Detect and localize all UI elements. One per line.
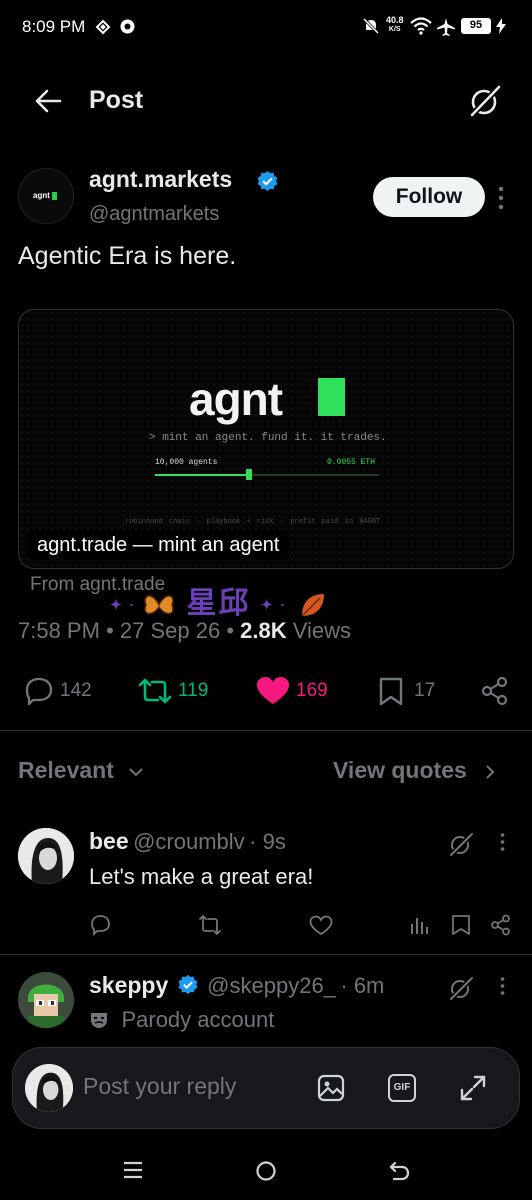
- post-time: 7:58 PM: [18, 618, 100, 643]
- bookmark-count: 17: [414, 680, 436, 701]
- avatar-image: [18, 972, 74, 1028]
- system-nav-bar: [0, 1140, 532, 1200]
- repost-count: 119: [178, 680, 209, 701]
- heart-filled-icon: [257, 677, 289, 704]
- reply-composer[interactable]: GIF: [12, 1047, 520, 1129]
- more-options-icon[interactable]: [500, 976, 505, 996]
- sticker-overlay: ✦ · 星邱 ✦ ·: [110, 578, 328, 622]
- binance-icon: [95, 19, 111, 35]
- avatar-image: [18, 828, 74, 884]
- sparkle-decoration: ✦ ·: [260, 596, 288, 613]
- heart-icon[interactable]: [309, 915, 333, 936]
- reply-icon[interactable]: [89, 914, 111, 936]
- sticker-text: 星邱: [186, 587, 251, 620]
- card-footer: robinhood chain · playbook + risk · prof…: [125, 518, 381, 526]
- reply-action[interactable]: 142: [22, 674, 92, 708]
- back-icon[interactable]: [387, 1159, 411, 1183]
- divider: [0, 730, 532, 731]
- bookmark-icon[interactable]: [451, 914, 471, 936]
- back-arrow-icon[interactable]: [34, 88, 62, 114]
- link-card[interactable]: agnt > mint an agent. fund it. it trades…: [18, 309, 514, 569]
- mask-icon: [91, 1013, 107, 1028]
- reply-input[interactable]: [83, 1073, 283, 1100]
- grok-icon[interactable]: [468, 84, 502, 118]
- wifi-icon: [410, 17, 432, 35]
- reply-author-name[interactable]: skeppy: [89, 972, 168, 998]
- battery-indicator: 95: [461, 18, 491, 34]
- reply-count: 142: [60, 680, 92, 701]
- author-avatar[interactable]: agnt: [18, 168, 74, 224]
- card-progress-fill: [155, 474, 250, 476]
- page-title: Post: [89, 86, 144, 114]
- card-tagline: > mint an agent. fund it. it trades.: [149, 432, 387, 444]
- avatar-logo-cursor: [52, 192, 57, 200]
- more-options-icon[interactable]: [500, 832, 505, 852]
- view-quotes-label: View quotes: [333, 757, 467, 783]
- reply-author-handle[interactable]: @skeppy26_: [207, 973, 336, 998]
- card-agents-count: 10,000 agents: [155, 458, 218, 467]
- sort-label: Relevant: [18, 757, 114, 783]
- avatar-logo-text: agnt: [33, 191, 50, 200]
- reply-time: · 9s: [249, 829, 286, 854]
- chevron-right-icon: [486, 765, 495, 779]
- airplane-icon: [437, 18, 455, 36]
- parody-label: Parody account: [121, 1007, 275, 1032]
- status-bar: 8:09 PM 40.8 K/S 95: [0, 0, 532, 54]
- reply-header: skeppy @skeppy26_ · 6m: [89, 972, 384, 999]
- reply-header: bee @croumblv · 9s: [89, 828, 286, 855]
- image-icon[interactable]: [317, 1074, 345, 1102]
- bookmark-action[interactable]: 17: [378, 674, 435, 708]
- author-name[interactable]: agnt.markets: [89, 166, 232, 193]
- mute-icon: [362, 17, 380, 35]
- chevron-down-icon: [129, 768, 143, 777]
- analytics-icon[interactable]: [410, 914, 430, 936]
- share-icon[interactable]: [480, 676, 510, 706]
- card-price: 0.0055 ETH: [327, 458, 376, 467]
- like-action[interactable]: 169: [256, 674, 328, 708]
- more-options-icon[interactable]: [498, 185, 504, 211]
- share-icon[interactable]: [490, 914, 512, 936]
- view-quotes-link[interactable]: View quotes: [333, 757, 495, 784]
- sort-relevant-dropdown[interactable]: Relevant: [18, 757, 144, 784]
- reply-avatar-bee[interactable]: [18, 828, 74, 884]
- menu-icon[interactable]: [122, 1160, 144, 1180]
- parody-badge: Parody account: [89, 1007, 274, 1033]
- leaf-icon: [300, 594, 324, 617]
- reply-time: · 6m: [340, 973, 385, 998]
- card-logo: agnt: [189, 373, 283, 425]
- reply-icon: [25, 677, 53, 706]
- butterfly-icon: [144, 595, 174, 615]
- repost-icon: [138, 678, 172, 704]
- composer-avatar: [25, 1064, 73, 1112]
- follow-button[interactable]: Follow: [373, 177, 485, 217]
- card-logo-cursor: [318, 378, 345, 416]
- reply-author-handle[interactable]: @croumblv: [133, 829, 245, 854]
- author-handle[interactable]: @agntmarkets: [89, 203, 219, 226]
- card-caption: agnt.trade — mint an agent: [27, 530, 290, 560]
- bookmark-icon: [379, 677, 403, 706]
- like-count: 169: [296, 680, 328, 701]
- verified-badge-icon: [257, 170, 278, 192]
- reply-author-name[interactable]: bee: [89, 828, 129, 854]
- charging-icon: [496, 18, 506, 34]
- reply-avatar-skeppy[interactable]: [18, 972, 74, 1028]
- card-progress-knob: [246, 469, 253, 480]
- home-icon[interactable]: [255, 1160, 277, 1182]
- expand-icon[interactable]: [459, 1074, 487, 1102]
- grok-icon[interactable]: [448, 831, 474, 857]
- divider: [0, 954, 532, 955]
- avatar-image: [25, 1064, 73, 1112]
- net-speed: 40.8 K/S: [386, 15, 404, 34]
- verified-badge-icon: [178, 974, 198, 995]
- post-text: Agentic Era is here.: [18, 242, 237, 270]
- repost-icon[interactable]: [198, 914, 222, 936]
- grok-icon[interactable]: [448, 975, 474, 1001]
- status-time: 8:09 PM: [22, 17, 86, 36]
- aperture-icon: [120, 19, 135, 34]
- repost-action[interactable]: 119: [138, 674, 208, 708]
- reply-text: Let's make a great era!: [89, 864, 314, 889]
- sparkle-decoration: ✦ ·: [110, 596, 143, 613]
- gif-icon[interactable]: GIF: [388, 1074, 416, 1102]
